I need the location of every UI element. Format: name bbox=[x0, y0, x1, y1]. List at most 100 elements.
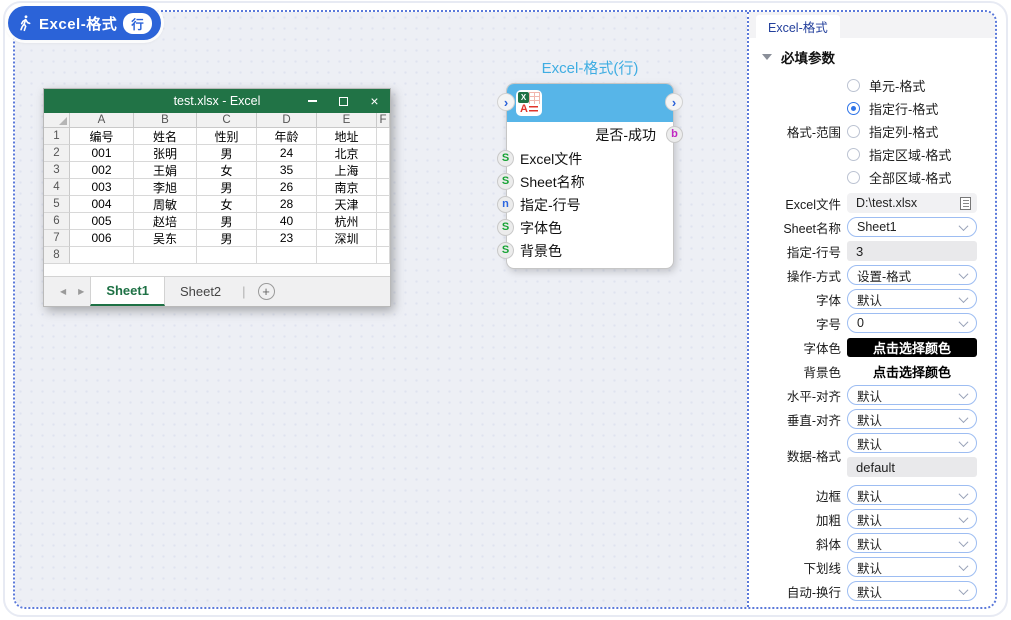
cell[interactable]: 上海 bbox=[317, 162, 377, 179]
excel-file-field[interactable]: D:\test.xlsx bbox=[847, 193, 977, 213]
wrap-select[interactable]: 默认 bbox=[847, 581, 977, 601]
row-header[interactable]: 8 bbox=[44, 247, 70, 264]
operation-select[interactable]: 设置-格式 bbox=[847, 265, 977, 285]
panel-tab-excel-format[interactable]: Excel-格式 bbox=[756, 15, 840, 38]
cell[interactable]: 女 bbox=[197, 196, 257, 213]
column-header[interactable]: A bbox=[70, 113, 134, 128]
font-size-select[interactable]: 0 bbox=[847, 313, 977, 333]
cell[interactable]: 地址 bbox=[317, 128, 377, 145]
column-header[interactable]: F bbox=[377, 113, 390, 128]
row-number-input[interactable]: 3 bbox=[847, 241, 977, 261]
select-all-corner[interactable] bbox=[44, 113, 70, 128]
cell[interactable]: 姓名 bbox=[134, 128, 197, 145]
cell[interactable]: 003 bbox=[70, 179, 134, 196]
close-icon[interactable]: × bbox=[359, 89, 390, 113]
bg-color-button[interactable]: 点击选择颜色 bbox=[847, 362, 977, 381]
cell[interactable]: 天津 bbox=[317, 196, 377, 213]
cell[interactable]: 002 bbox=[70, 162, 134, 179]
cell[interactable]: 40 bbox=[257, 213, 317, 230]
node-in-connector-icon[interactable]: › bbox=[497, 93, 515, 111]
excel-titlebar[interactable]: test.xlsx - Excel × bbox=[44, 89, 390, 113]
collapse-triangle-icon[interactable] bbox=[762, 54, 772, 60]
sheet-tab-sheet1[interactable]: Sheet1 bbox=[90, 277, 165, 306]
cell[interactable]: 王娟 bbox=[134, 162, 197, 179]
cell[interactable]: 赵培 bbox=[134, 213, 197, 230]
font-color-button[interactable]: 点击选择颜色 bbox=[847, 338, 977, 357]
radio-range-format[interactable] bbox=[847, 148, 860, 161]
cell[interactable]: 男 bbox=[197, 145, 257, 162]
cell[interactable] bbox=[377, 145, 390, 162]
sheet-name-select[interactable]: Sheet1 bbox=[847, 217, 977, 237]
cell[interactable] bbox=[317, 247, 377, 264]
radio-cell-format[interactable] bbox=[847, 79, 860, 92]
cell[interactable]: 南京 bbox=[317, 179, 377, 196]
column-header[interactable]: C bbox=[197, 113, 257, 128]
cell[interactable] bbox=[377, 128, 390, 145]
cell[interactable]: 26 bbox=[257, 179, 317, 196]
cell[interactable] bbox=[377, 213, 390, 230]
cell[interactable]: 男 bbox=[197, 213, 257, 230]
cell[interactable] bbox=[197, 247, 257, 264]
cell[interactable]: 年龄 bbox=[257, 128, 317, 145]
row-header[interactable]: 4 bbox=[44, 179, 70, 196]
underline-select[interactable]: 默认 bbox=[847, 557, 977, 577]
row-header[interactable]: 6 bbox=[44, 213, 70, 230]
cell[interactable]: 005 bbox=[70, 213, 134, 230]
cell[interactable] bbox=[257, 247, 317, 264]
cell[interactable]: 女 bbox=[197, 162, 257, 179]
row-header[interactable]: 1 bbox=[44, 128, 70, 145]
row-header[interactable]: 2 bbox=[44, 145, 70, 162]
cell[interactable]: 001 bbox=[70, 145, 134, 162]
column-header[interactable]: B bbox=[134, 113, 197, 128]
port-string[interactable]: S bbox=[497, 242, 514, 259]
cell[interactable]: 35 bbox=[257, 162, 317, 179]
h-align-select[interactable]: 默认 bbox=[847, 385, 977, 405]
cell[interactable]: 杭州 bbox=[317, 213, 377, 230]
border-select[interactable]: 默认 bbox=[847, 485, 977, 505]
cell[interactable] bbox=[377, 247, 390, 264]
maximize-icon[interactable] bbox=[328, 89, 359, 113]
node-header[interactable]: X A › › bbox=[507, 84, 673, 122]
cell[interactable]: 28 bbox=[257, 196, 317, 213]
cell[interactable] bbox=[70, 247, 134, 264]
add-sheet-icon[interactable]: + bbox=[258, 283, 275, 300]
spreadsheet-grid[interactable]: A B C D E F 1 编号 姓名 性别 年龄 地址 2 001 张明 bbox=[44, 113, 390, 264]
cell[interactable]: 004 bbox=[70, 196, 134, 213]
minimize-icon[interactable] bbox=[297, 89, 328, 113]
block-badge[interactable]: Excel-格式 行 bbox=[8, 6, 161, 40]
row-header[interactable]: 3 bbox=[44, 162, 70, 179]
port-string[interactable]: S bbox=[497, 150, 514, 167]
section-required-params[interactable]: 必填参数 bbox=[762, 47, 995, 67]
cell[interactable]: 周敏 bbox=[134, 196, 197, 213]
column-header[interactable]: E bbox=[317, 113, 377, 128]
port-bool[interactable]: b bbox=[666, 126, 683, 143]
cell[interactable]: 张明 bbox=[134, 145, 197, 162]
prev-sheet-icon[interactable]: ◀ bbox=[54, 277, 72, 306]
cell[interactable] bbox=[377, 179, 390, 196]
cell[interactable]: 23 bbox=[257, 230, 317, 247]
radio-all-format[interactable] bbox=[847, 171, 860, 184]
v-align-select[interactable]: 默认 bbox=[847, 409, 977, 429]
cell[interactable]: 编号 bbox=[70, 128, 134, 145]
cell[interactable]: 男 bbox=[197, 179, 257, 196]
cell[interactable]: 吴东 bbox=[134, 230, 197, 247]
bold-select[interactable]: 默认 bbox=[847, 509, 977, 529]
cell[interactable]: 男 bbox=[197, 230, 257, 247]
cell[interactable]: 006 bbox=[70, 230, 134, 247]
row-header[interactable]: 7 bbox=[44, 230, 70, 247]
node-out-connector-icon[interactable]: › bbox=[665, 93, 683, 111]
cell[interactable] bbox=[377, 230, 390, 247]
data-format-select[interactable]: 默认 bbox=[847, 433, 977, 453]
sheet-tab-sheet2[interactable]: Sheet2 bbox=[165, 277, 236, 306]
cell[interactable]: 深圳 bbox=[317, 230, 377, 247]
cell[interactable]: 北京 bbox=[317, 145, 377, 162]
cell[interactable]: 性别 bbox=[197, 128, 257, 145]
italic-select[interactable]: 默认 bbox=[847, 533, 977, 553]
file-picker-icon[interactable] bbox=[960, 197, 971, 210]
port-string[interactable]: S bbox=[497, 173, 514, 190]
cell[interactable] bbox=[377, 162, 390, 179]
radio-row-format[interactable] bbox=[847, 102, 860, 115]
cell[interactable] bbox=[134, 247, 197, 264]
cell[interactable]: 李旭 bbox=[134, 179, 197, 196]
cell[interactable]: 24 bbox=[257, 145, 317, 162]
